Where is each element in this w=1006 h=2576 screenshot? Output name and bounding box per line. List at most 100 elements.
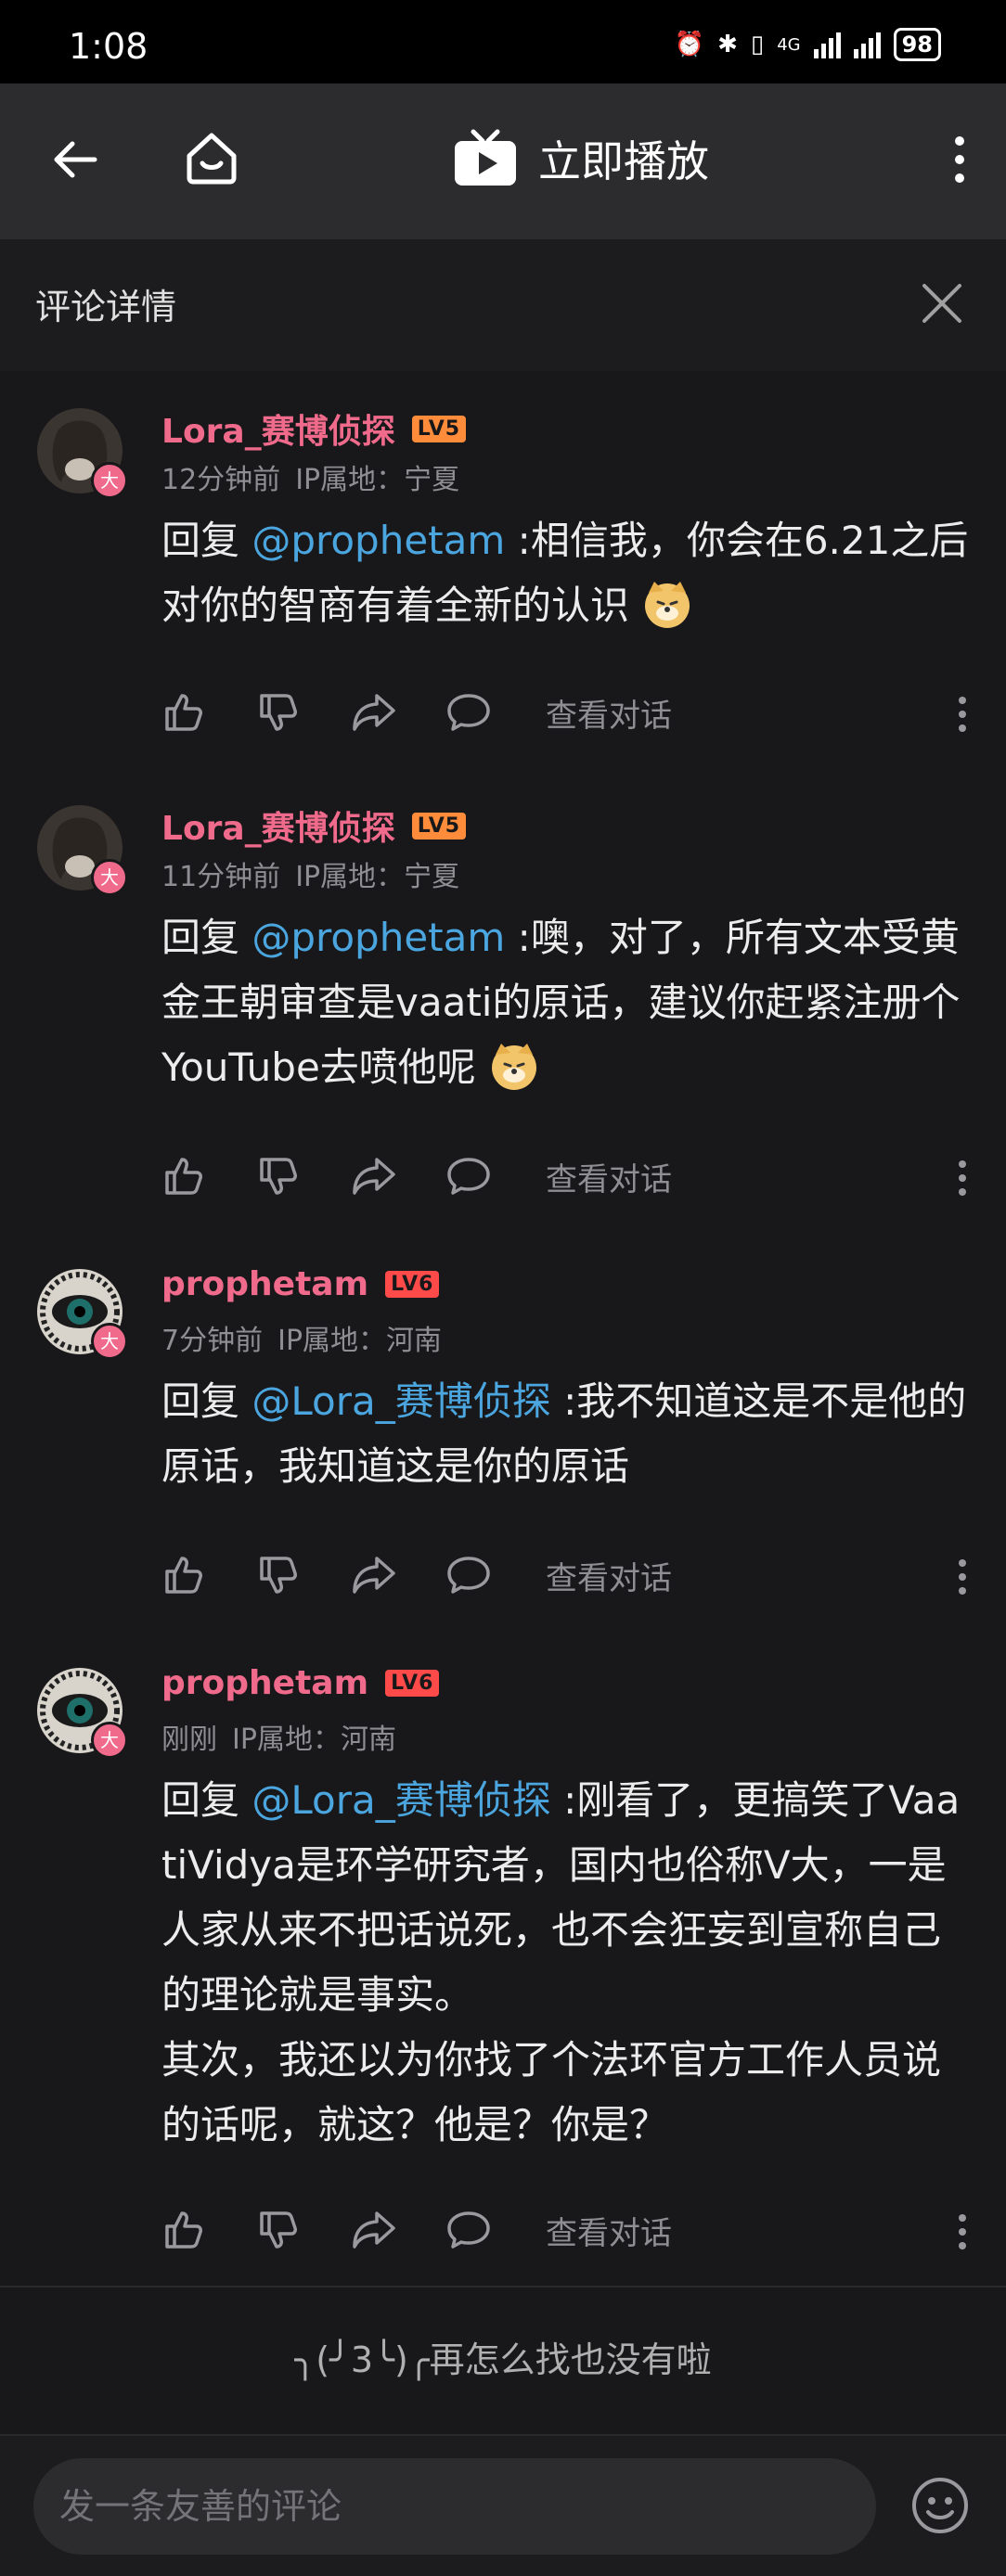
share-button[interactable] — [351, 686, 445, 738]
comment-item: 大 Lora_赛博侦探 LV5 12分钟前 IP属地：宁夏 回复 @propheta… — [0, 371, 1006, 770]
comment-item: 大 prophetam LV6 刚刚 IP属地：河南 回复 @Lora_赛博侦探 :… — [0, 1631, 1006, 2288]
doge-emoji-icon — [645, 582, 690, 628]
reply-button[interactable] — [445, 1549, 540, 1601]
comment-more-button[interactable] — [956, 2211, 969, 2256]
avatar-badge: 大 — [91, 1722, 128, 1759]
dislike-button[interactable] — [256, 2204, 351, 2256]
end-of-list-text: ╮(╯3╰)╭再怎么找也没有啦 — [294, 2339, 712, 2380]
home-button[interactable] — [182, 128, 241, 191]
more-vertical-icon — [955, 136, 964, 183]
smiley-icon — [912, 2478, 968, 2533]
comment-meta: 刚刚 IP属地：河南 — [161, 1716, 396, 1757]
more-vertical-icon — [959, 2214, 966, 2249]
home-icon — [187, 133, 237, 185]
like-button[interactable] — [161, 1549, 256, 1601]
thumbs-up-icon — [165, 1158, 202, 1195]
battery-icon: 98 — [893, 28, 941, 61]
mention-link[interactable]: @prophetam — [252, 915, 505, 960]
comment-input-bar — [0, 2434, 1006, 2576]
more-options-button[interactable] — [950, 132, 969, 191]
reply-button[interactable] — [445, 2204, 540, 2256]
view-conversation-link[interactable]: 查看对话 — [546, 1553, 672, 1598]
panel-title: 评论详情 — [35, 287, 177, 327]
mention-link[interactable]: @Lora_赛博侦探 — [252, 1378, 550, 1424]
share-icon — [353, 1557, 395, 1594]
comment-bubble-icon — [447, 1158, 490, 1195]
view-conversation-link[interactable]: 查看对话 — [546, 2208, 672, 2253]
avatar-badge: 大 — [91, 859, 128, 896]
level-badge: LV6 — [385, 1670, 440, 1697]
level-badge: LV6 — [385, 1271, 440, 1298]
like-button[interactable] — [161, 686, 256, 738]
username[interactable]: Lora_赛博侦探 LV5 — [161, 801, 467, 850]
comment-actions: 查看对话 — [161, 686, 672, 738]
comment-input[interactable] — [33, 2458, 876, 2555]
view-conversation-link[interactable]: 查看对话 — [546, 1154, 672, 1199]
ip-location: IP属地：河南 — [232, 1724, 396, 1756]
thumbs-down-icon — [260, 694, 297, 731]
thumbs-down-icon — [260, 1158, 297, 1195]
level-badge: LV5 — [411, 812, 467, 839]
comment-more-button[interactable] — [956, 1158, 969, 1202]
thumbs-up-icon — [165, 1557, 202, 1594]
play-now-label: 立即播放 — [538, 136, 709, 186]
thumbs-down-icon — [260, 1557, 297, 1594]
comment-time: 11分钟前 — [161, 861, 281, 893]
dislike-button[interactable] — [256, 686, 351, 738]
close-button[interactable] — [919, 280, 965, 330]
comment-bubble-icon — [447, 694, 490, 731]
dislike-button[interactable] — [256, 1549, 351, 1601]
network-label: 4G — [777, 34, 801, 55]
comment-time: 12分钟前 — [161, 464, 281, 496]
comment-meta: 12分钟前 IP属地：宁夏 — [161, 456, 459, 497]
reply-button[interactable] — [445, 1150, 540, 1202]
vibrate-icon: ▯ — [750, 31, 765, 58]
share-icon — [353, 694, 395, 731]
mention-link[interactable]: @Lora_赛博侦探 — [252, 1777, 550, 1823]
more-vertical-icon — [959, 1559, 966, 1595]
dislike-button[interactable] — [256, 1150, 351, 1202]
comment-actions: 查看对话 — [161, 1150, 672, 1202]
comment-text: 回复 @Lora_赛博侦探 :刚看了，更搞笑了VaatiVidya是环学研究者，… — [161, 1777, 961, 2147]
view-conversation-link[interactable]: 查看对话 — [546, 690, 672, 736]
back-button[interactable] — [48, 132, 104, 191]
thumbs-up-icon — [165, 2211, 202, 2249]
ip-location: IP属地：宁夏 — [295, 464, 460, 496]
like-button[interactable] — [161, 2204, 256, 2256]
comment-detail-header: 评论详情 — [0, 239, 1006, 372]
comment-actions: 查看对话 — [161, 2204, 672, 2256]
ip-location: IP属地：河南 — [277, 1325, 443, 1357]
play-now-button[interactable]: 立即播放 — [453, 128, 709, 189]
comment-item: 大 Lora_赛博侦探 LV5 11分钟前 IP属地：宁夏 回复 @propheta… — [0, 768, 1006, 1234]
doge-emoji-icon — [492, 1044, 537, 1090]
avatar-badge: 大 — [91, 462, 128, 499]
more-vertical-icon — [959, 1160, 966, 1196]
share-icon — [353, 2211, 395, 2249]
comment-more-button[interactable] — [956, 694, 969, 738]
username[interactable]: prophetam LV6 — [161, 1265, 440, 1303]
share-icon — [353, 1158, 395, 1195]
mention-link[interactable]: @prophetam — [252, 518, 505, 563]
arrow-left-icon — [54, 141, 97, 178]
share-button[interactable] — [351, 2204, 445, 2256]
avatar-badge: 大 — [91, 1323, 128, 1360]
comment-time: 刚刚 — [161, 1724, 217, 1756]
comment-more-button[interactable] — [956, 1557, 969, 1601]
username[interactable]: prophetam LV6 — [161, 1664, 440, 1702]
comment-text: 回复 @prophetam :噢，对了，所有文本受黄金王朝审查是vaati的原话… — [161, 915, 961, 1090]
username[interactable]: Lora_赛博侦探 LV5 — [161, 404, 467, 453]
bluetooth-icon: ✱ — [717, 31, 738, 58]
reply-button[interactable] — [445, 686, 540, 738]
signal-icon-2 — [853, 31, 881, 58]
share-button[interactable] — [351, 1549, 445, 1601]
share-button[interactable] — [351, 1150, 445, 1202]
ip-location: IP属地：宁夏 — [295, 861, 460, 893]
signal-icon — [813, 31, 841, 58]
more-vertical-icon — [959, 697, 966, 732]
comment-item: 大 prophetam LV6 7分钟前 IP属地：河南 回复 @Lora_赛博侦探… — [0, 1232, 1006, 1633]
thumbs-up-icon — [165, 694, 202, 731]
alarm-icon: ⏰ — [674, 31, 705, 58]
comment-meta: 7分钟前 IP属地：河南 — [161, 1317, 442, 1358]
emoji-button[interactable] — [909, 2475, 971, 2540]
like-button[interactable] — [161, 1150, 256, 1202]
